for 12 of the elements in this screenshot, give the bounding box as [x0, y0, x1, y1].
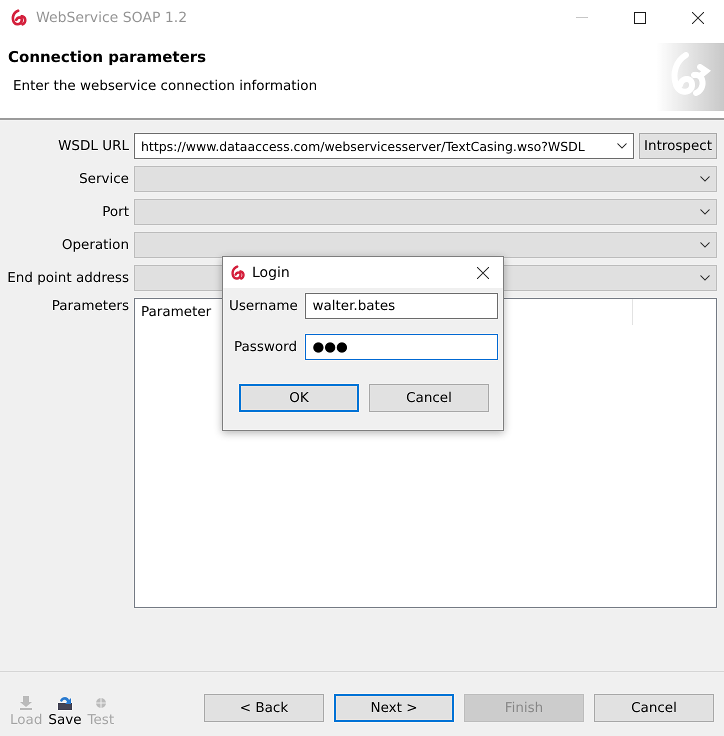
- window-title: WebService SOAP 1.2: [36, 10, 188, 26]
- page-subtitle: Enter the webservice connection information: [12, 78, 318, 94]
- field-label: Password: [233, 339, 298, 355]
- page-title: Connection parameters: [8, 48, 208, 66]
- field-label: Operation: [60, 237, 129, 253]
- field-label: Parameters: [50, 298, 129, 314]
- field-label: Port: [101, 204, 129, 220]
- field-label: WSDL URL: [57, 138, 129, 154]
- field-label: End point address: [6, 270, 129, 286]
- field-label: Username: [229, 298, 298, 314]
- dialog-title: Login: [252, 264, 290, 280]
- field-label: Service: [78, 171, 129, 187]
